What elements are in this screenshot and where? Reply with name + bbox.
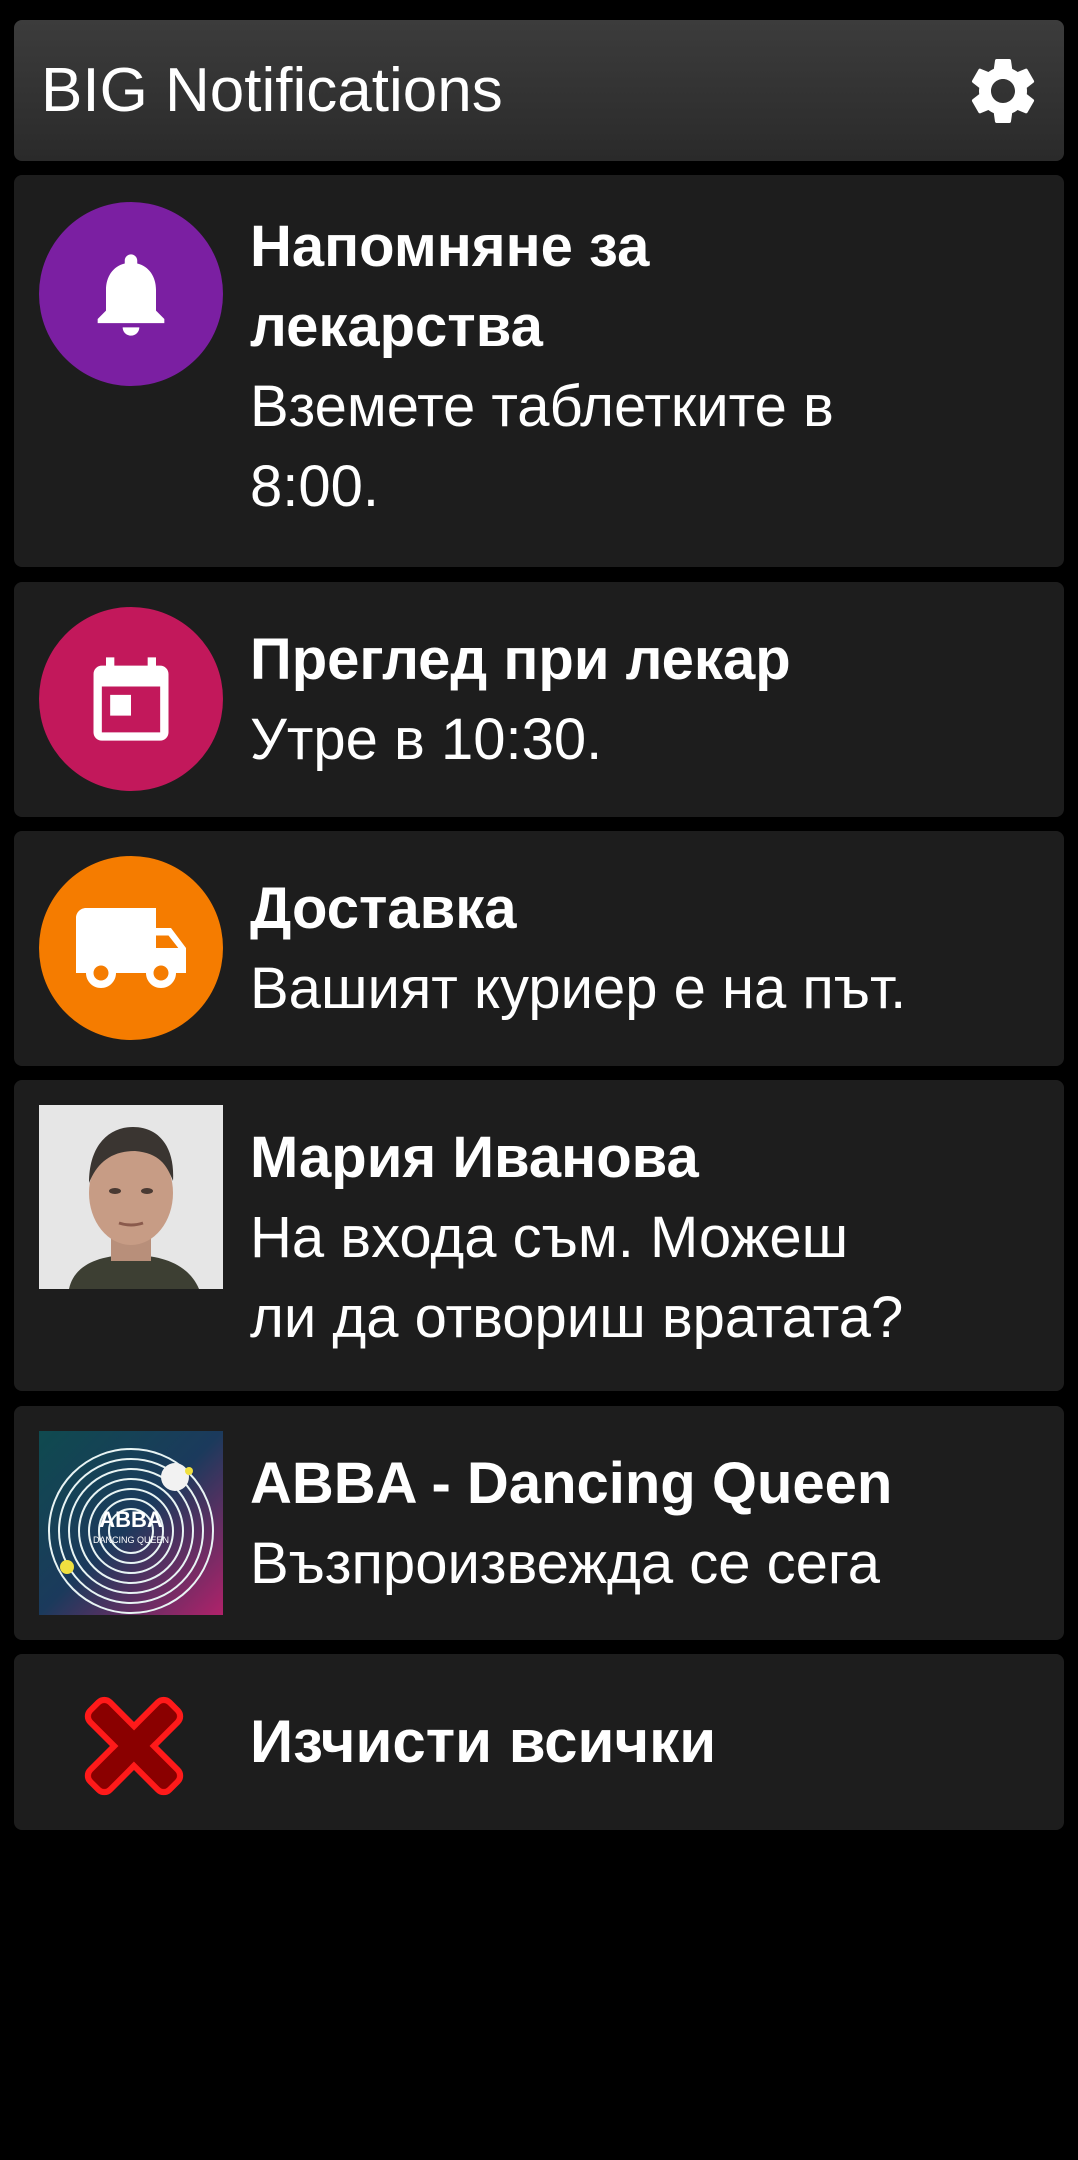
- notification-card-message[interactable]: Мария Иванова На входа съм. Можеш ли да …: [14, 1080, 1064, 1391]
- appointment-icon-badge: [39, 607, 223, 791]
- delivery-icon-badge: [39, 856, 223, 1040]
- app-title: BIG Notifications: [41, 56, 503, 125]
- body-line: 8:00.: [250, 454, 379, 519]
- truck-icon: [76, 908, 186, 988]
- medication-icon-badge: [39, 202, 223, 386]
- body-line: На входа съм. Можеш: [250, 1205, 849, 1270]
- title-line: лекарства: [250, 294, 543, 359]
- title-line: Напомняне за: [250, 214, 650, 279]
- notification-card-appointment[interactable]: Преглед при лекар Утре в 10:30.: [14, 582, 1064, 817]
- album-art-subtitle: DANCING QUEEN: [93, 1535, 169, 1545]
- notification-title: Напомняне за лекарства: [250, 207, 1044, 367]
- clear-all-label: Изчисти всички: [250, 1708, 717, 1775]
- bell-icon: [97, 254, 165, 336]
- album-art: ABBA DANCING QUEEN: [39, 1431, 223, 1615]
- notification-title: Доставка: [250, 876, 517, 941]
- notification-title: Преглед при лекар: [250, 627, 791, 692]
- notification-card-delivery[interactable]: Доставка Вашият куриер е на път.: [14, 831, 1064, 1066]
- app-bar: BIG Notifications: [14, 20, 1064, 161]
- settings-button[interactable]: [962, 50, 1044, 132]
- notification-title: ABBA - Dancing Queen: [250, 1451, 893, 1516]
- body-line: ли да отвориш вратата?: [250, 1285, 904, 1350]
- body-line: Вземете таблетките в: [250, 374, 834, 439]
- contact-photo-image: [39, 1105, 223, 1289]
- notification-body: Възпроизвежда се сега: [250, 1531, 880, 1596]
- red-x-icon: [74, 1686, 194, 1806]
- calendar-icon: [93, 657, 169, 741]
- notification-card-music[interactable]: ABBA DANCING QUEEN ABBA - Dancing Queen …: [14, 1406, 1064, 1640]
- album-art-image: ABBA DANCING QUEEN: [39, 1431, 223, 1615]
- album-art-title: ABBA: [99, 1507, 163, 1532]
- notification-body: На входа съм. Можеш ли да отвориш вратат…: [250, 1198, 1044, 1358]
- notification-title: Мария Иванова: [250, 1125, 699, 1190]
- notification-card-medication[interactable]: Напомняне за лекарства Вземете таблеткит…: [14, 175, 1064, 567]
- gear-icon: [971, 59, 1035, 123]
- notification-body: Вземете таблетките в 8:00.: [250, 367, 1044, 527]
- notification-body: Вашият куриер е на път.: [250, 956, 907, 1021]
- clear-all-button[interactable]: Изчисти всички: [14, 1654, 1064, 1830]
- contact-photo: [39, 1105, 223, 1289]
- notification-body: Утре в 10:30.: [250, 707, 603, 772]
